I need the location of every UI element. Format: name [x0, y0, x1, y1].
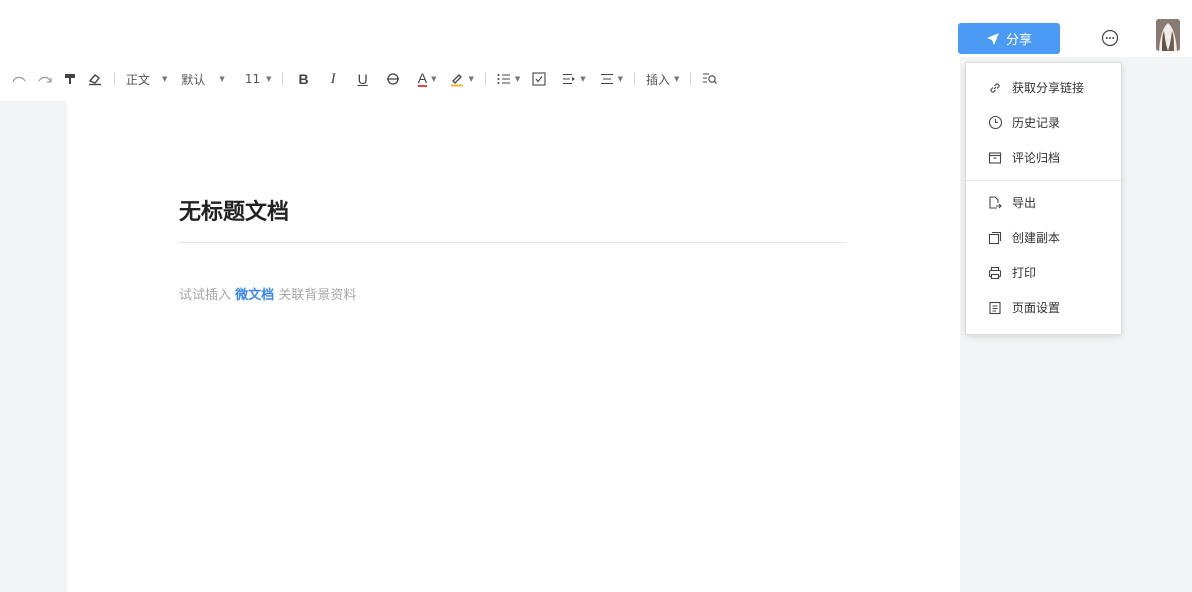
font-color-icon: A	[417, 70, 428, 87]
toolbar-divider	[634, 72, 636, 86]
font-family-dropdown[interactable]: 默认 ▼	[176, 67, 229, 91]
insert-dropdown[interactable]: 插入 ▼	[641, 67, 684, 91]
caret-down-icon: ▼	[266, 75, 272, 83]
menu-item-label: 历史记录	[1012, 116, 1061, 130]
checklist-button[interactable]	[527, 67, 551, 91]
font-color-dropdown[interactable]: A ▼	[413, 67, 442, 91]
bold-button[interactable]: B	[293, 67, 313, 91]
redo-icon	[38, 76, 52, 83]
toolbar-divider	[114, 72, 115, 86]
find-icon	[703, 73, 718, 84]
menu-item-label: 页面设置	[1012, 301, 1061, 315]
menu-item-create-copy[interactable]: 创建副本	[966, 220, 1121, 255]
caret-down-icon: ▼	[162, 75, 168, 83]
caret-down-icon: ▼	[580, 75, 586, 83]
menu-item-label: 获取分享链接	[1012, 81, 1085, 95]
align-icon	[600, 74, 613, 84]
share-button[interactable]: 分享	[958, 23, 1060, 54]
title-divider	[179, 242, 846, 243]
redo-button[interactable]	[32, 67, 58, 91]
toolbar-divider	[282, 72, 284, 86]
menu-item-page-settings[interactable]: 页面设置	[966, 290, 1121, 325]
export-icon	[987, 195, 1003, 211]
paragraph-style-dropdown[interactable]: 正文 ▼	[121, 67, 172, 91]
top-bar: 分享	[0, 0, 1192, 57]
align-dropdown[interactable]: ▼	[595, 67, 628, 91]
hint-suffix: 关联背景资料	[278, 288, 357, 303]
document-page[interactable]: 无标题文档 试试插入 微文档 关联背景资料	[67, 101, 960, 592]
caret-down-icon: ▼	[514, 75, 521, 83]
italic-icon: I	[330, 70, 336, 87]
undo-icon	[12, 76, 26, 83]
clock-icon	[987, 115, 1003, 131]
toolbar-divider	[690, 72, 692, 86]
eraser-icon	[88, 74, 101, 86]
indent-icon	[563, 74, 576, 84]
caret-down-icon: ▼	[431, 75, 437, 83]
menu-item-export[interactable]: 导出	[966, 185, 1121, 220]
bold-icon: B	[298, 71, 309, 87]
underline-icon: U	[357, 71, 368, 87]
format-painter-icon	[65, 74, 75, 84]
document-title[interactable]: 无标题文档	[179, 194, 289, 226]
menu-item-comment-archive[interactable]: 评论归档	[966, 140, 1121, 175]
menu-item-label: 评论归档	[1012, 151, 1061, 165]
more-options-menu: 获取分享链接 历史记录 评论归档 导出 创建副本 打印 页面设置	[965, 62, 1122, 335]
menu-divider	[966, 180, 1121, 181]
highlight-color-dropdown[interactable]: ▼	[445, 67, 478, 91]
printer-icon	[987, 265, 1003, 281]
strikethrough-button[interactable]	[381, 67, 405, 91]
caret-down-icon: ▼	[617, 75, 624, 83]
caret-down-icon: ▼	[674, 75, 680, 83]
font-size-dropdown[interactable]: 11 ▼	[240, 67, 277, 91]
insert-hint: 试试插入 微文档 关联背景资料	[179, 284, 356, 303]
indent-dropdown[interactable]: ▼	[557, 67, 590, 91]
menu-item-label: 创建副本	[1012, 231, 1061, 245]
checkbox-icon	[532, 72, 546, 86]
italic-button[interactable]: I	[326, 67, 341, 91]
strikethrough-icon	[386, 73, 399, 85]
menu-item-get-share-link[interactable]: 获取分享链接	[966, 70, 1121, 105]
highlighter-icon	[451, 73, 464, 86]
menu-item-label: 打印	[1012, 266, 1037, 280]
undo-button[interactable]	[6, 67, 32, 91]
toolbar-divider	[484, 72, 486, 86]
link-icon	[987, 80, 1003, 96]
bullet-list-dropdown[interactable]: ▼	[492, 67, 525, 91]
menu-item-history[interactable]: 历史记录	[966, 105, 1121, 140]
page-settings-icon	[987, 300, 1003, 316]
share-button-label: 分享	[1005, 33, 1032, 48]
font-family-value: 默认	[181, 72, 206, 87]
caret-down-icon: ▼	[219, 75, 225, 83]
menu-item-label: 导出	[1012, 196, 1037, 210]
find-replace-button[interactable]	[697, 67, 723, 91]
format-painter-button[interactable]	[58, 67, 82, 91]
format-toolbar: 正文 ▼ 默认 ▼ 11 ▼ B I U A ▼ ▼ ▼ ▼ ▼ 插入 ▼	[0, 57, 960, 101]
paragraph-style-value: 正文	[126, 72, 151, 87]
user-avatar[interactable]	[1156, 19, 1180, 51]
menu-item-print[interactable]: 打印	[966, 255, 1121, 290]
copy-icon	[987, 230, 1003, 246]
bullet-list-icon	[497, 74, 510, 84]
font-size-value: 11	[244, 72, 261, 86]
send-icon	[986, 32, 999, 45]
insert-label: 插入	[646, 72, 671, 87]
hint-prefix: 试试插入	[179, 288, 232, 303]
more-options-button[interactable]	[1096, 24, 1124, 52]
underline-button[interactable]: U	[353, 67, 373, 91]
clear-format-button[interactable]	[82, 67, 108, 91]
more-icon	[1101, 29, 1119, 47]
micro-doc-link[interactable]: 微文档	[235, 288, 274, 303]
caret-down-icon: ▼	[468, 75, 474, 83]
archive-icon	[987, 150, 1003, 166]
